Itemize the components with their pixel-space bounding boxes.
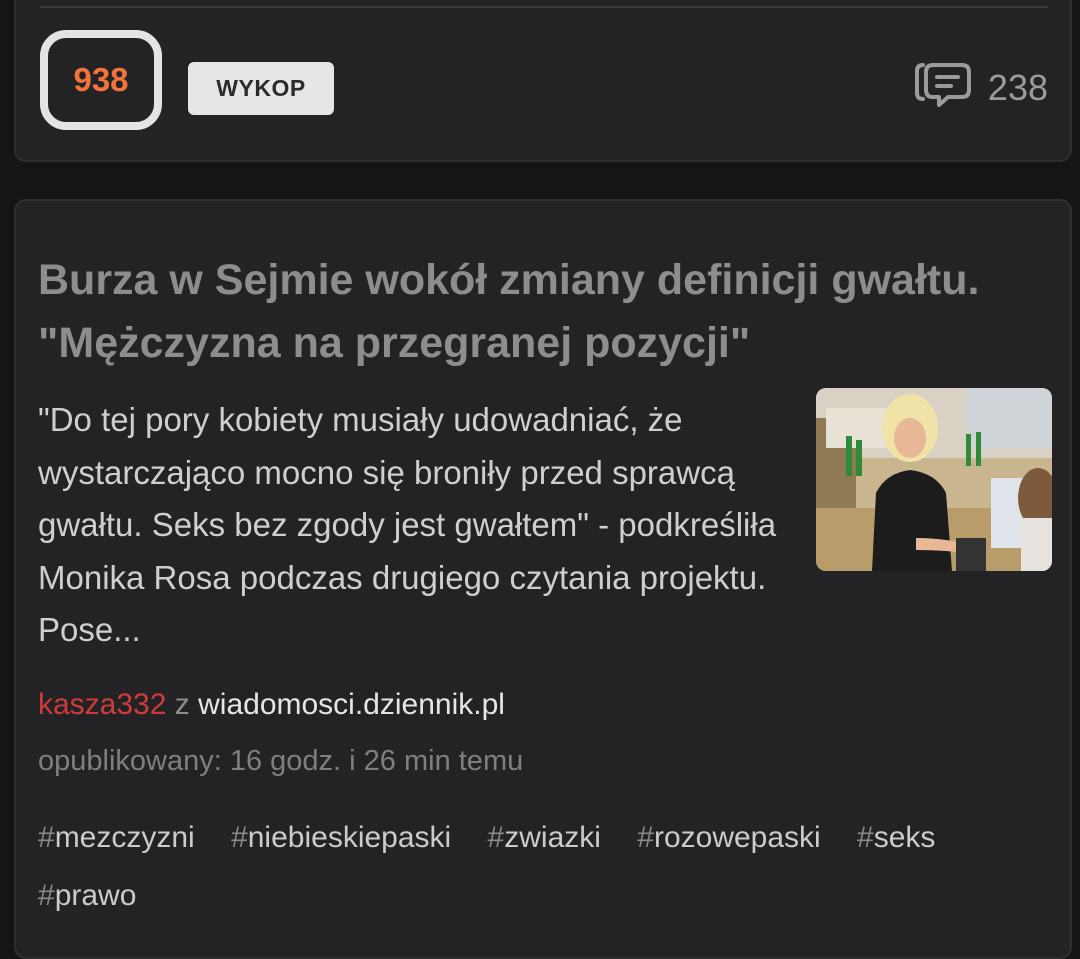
comment-bubble-icon: [914, 61, 972, 116]
article-title[interactable]: Burza w Sejmie wokół zmiany definicji gw…: [38, 249, 1038, 375]
source-prefix: z: [174, 688, 190, 721]
author-link[interactable]: kasza332: [38, 688, 166, 721]
article-card: Burza w Sejmie wokół zmiany definicji gw…: [14, 199, 1072, 959]
comment-count: 238: [987, 67, 1048, 108]
tag-link[interactable]: #rozowepaski: [637, 809, 820, 867]
vote-count[interactable]: 938: [40, 30, 162, 130]
comments-link[interactable]: 238: [914, 62, 1048, 114]
tag-link[interactable]: #seks: [857, 809, 935, 867]
tag-list: #mezczyzni #niebieskiepaski #zwiazki #ro…: [38, 809, 1038, 925]
previous-entry-card: 938 WYKOP 238: [14, 0, 1072, 162]
divider: [40, 6, 1048, 8]
tag-link[interactable]: #zwiazki: [488, 809, 601, 867]
tag-link[interactable]: #niebieskiepaski: [231, 809, 451, 867]
published-time: opublikowany: 16 godz. i 26 min temu: [38, 745, 524, 777]
tag-link[interactable]: #mezczyzni: [38, 809, 195, 867]
article-thumbnail[interactable]: [816, 388, 1052, 571]
source-domain-link[interactable]: wiadomosci.dziennik.pl: [198, 688, 505, 721]
wykop-button[interactable]: WYKOP: [188, 62, 334, 115]
thumbnail-photo: [816, 388, 1052, 571]
tag-link[interactable]: #prawo: [38, 867, 136, 925]
article-excerpt: "Do tej pory kobiety musiały udowadniać,…: [38, 401, 777, 648]
entry-source: kasza332 z wiadomosci.dziennik.pl: [38, 685, 505, 725]
